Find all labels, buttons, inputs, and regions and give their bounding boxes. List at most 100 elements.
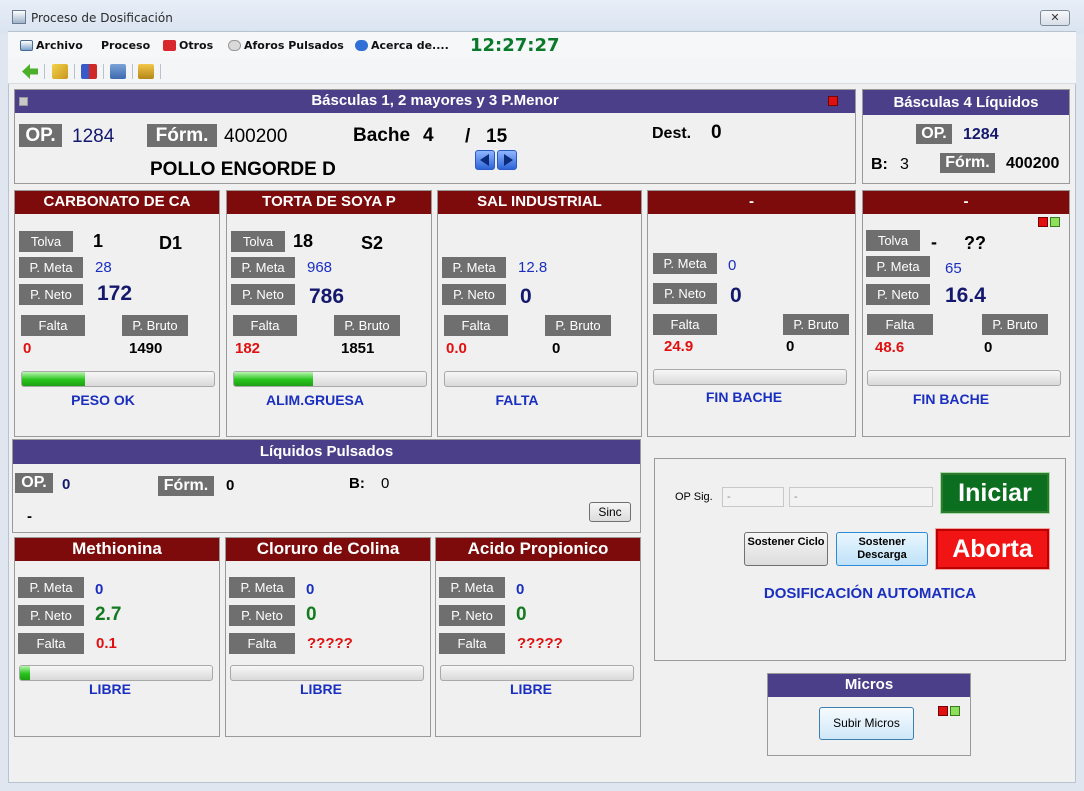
menu-aforos-label: Aforos Pulsados <box>244 39 344 52</box>
p-meta-value: 968 <box>307 259 333 276</box>
bin-status: FIN BACHE <box>912 391 990 407</box>
chevron-left-icon <box>480 154 489 166</box>
app-icon <box>12 10 26 24</box>
falta-value: 48.6 <box>875 339 905 356</box>
window-title: Proceso de Dosificación <box>31 11 173 25</box>
p-neto-label: P. Neto <box>18 605 84 626</box>
pencil-icon[interactable] <box>52 64 68 79</box>
falta-label: Falta <box>233 315 297 336</box>
menu-proceso[interactable]: Proceso <box>101 39 150 52</box>
op-value: 1284 <box>72 126 115 147</box>
liquidos-op-value: 0 <box>62 476 71 493</box>
liquidos-b-value: 0 <box>381 475 390 492</box>
basculas-main-title: Básculas 1, 2 mayores y 3 P.Menor <box>15 90 855 113</box>
p-meta-label: P. Meta <box>229 577 295 598</box>
falta-value: ????? <box>517 635 563 652</box>
p-bruto-label: P. Bruto <box>545 315 611 336</box>
dosificacion-mode: DOSIFICACIÓN AUTOMATICA <box>763 585 977 602</box>
toolbar <box>8 58 1076 84</box>
progress-bar <box>19 665 213 681</box>
close-button[interactable]: ✕ <box>1040 10 1070 26</box>
bin-title: TORTA DE SOYA P <box>227 191 431 214</box>
p-neto-value: 0 <box>306 604 317 625</box>
liq-item-panel-1: Methionina P. Meta 0 P. Neto 2.7 Falta 0… <box>14 537 220 737</box>
network-icon[interactable] <box>110 64 126 79</box>
toolbox-icon <box>163 40 176 51</box>
dest-label: Dest. <box>652 125 692 142</box>
p-meta-value: 0 <box>516 581 525 598</box>
menu-otros[interactable]: Otros <box>163 39 213 52</box>
liquidos-title: Líquidos Pulsados <box>13 440 640 464</box>
p-neto-value: 0 <box>516 604 527 625</box>
p-meta-label: P. Meta <box>866 256 930 277</box>
bin-panel-4: - P. Meta 0 P. Neto 0 Falta P. Bruto 24.… <box>647 190 856 437</box>
iniciar-button[interactable]: Iniciar <box>940 472 1050 514</box>
status-indicator-red <box>828 96 838 106</box>
p-neto-value: 172 <box>97 282 133 305</box>
liq-form-value: 400200 <box>1006 155 1060 172</box>
micros-title: Micros <box>768 674 970 697</box>
menu-aforos[interactable]: Aforos Pulsados <box>228 39 344 52</box>
back-arrow-icon[interactable] <box>22 64 38 79</box>
bin-panel-2: TORTA DE SOYA P Tolva 18 S2 P. Meta 968 … <box>226 190 432 437</box>
menu-acerca[interactable]: Acerca de.... <box>355 39 449 52</box>
p-bruto-value: 1490 <box>129 340 163 357</box>
p-bruto-label: P. Bruto <box>982 314 1048 335</box>
tolva-label: Tolva <box>231 231 285 252</box>
p-meta-label: P. Meta <box>19 257 83 278</box>
p-neto-value: 786 <box>309 285 345 308</box>
next-bache-button[interactable] <box>497 150 517 170</box>
clock: 12:27:27 <box>470 35 560 56</box>
toolbar-separator <box>160 64 161 79</box>
p-bruto-label: P. Bruto <box>334 315 400 336</box>
p-neto-label: P. Neto <box>653 283 717 304</box>
progress-bar <box>233 371 427 387</box>
bin-title: SAL INDUSTRIAL <box>438 191 641 214</box>
progress-bar <box>444 371 638 387</box>
liq-item-status: LIBRE <box>89 681 131 697</box>
bin-status: FALTA <box>495 392 539 408</box>
tolva-value: - <box>931 232 937 252</box>
info-icon <box>355 40 368 51</box>
bin-panel-3: SAL INDUSTRIAL P. Meta 12.8 P. Neto 0 Fa… <box>437 190 642 437</box>
p-bruto-value: 1851 <box>341 340 375 357</box>
prev-bache-button[interactable] <box>475 150 495 170</box>
sostener-descarga-button[interactable]: Sostener Descarga <box>836 532 928 566</box>
p-neto-label: P. Neto <box>19 284 83 305</box>
sinc-button[interactable]: Sinc <box>589 502 631 522</box>
form-label: Fórm. <box>147 124 217 147</box>
status-indicator-red <box>1038 217 1048 227</box>
p-neto-label: P. Neto <box>866 284 930 305</box>
book-icon[interactable] <box>81 64 97 79</box>
bin-status: PESO OK <box>71 392 135 408</box>
liq-item-panel-3: Acido Propionico P. Meta 0 P. Neto 0 Fal… <box>435 537 641 737</box>
bin-title: CARBONATO DE CA <box>15 191 219 214</box>
bache-label: Bache <box>353 125 411 146</box>
liq-form-label: Fórm. <box>940 153 995 173</box>
toolbar-separator <box>103 64 104 79</box>
falta-value: 182 <box>235 340 261 357</box>
aborta-button[interactable]: Aborta <box>935 528 1050 570</box>
archivo-icon <box>20 40 33 51</box>
p-meta-value: 0 <box>306 581 315 598</box>
subir-micros-button[interactable]: Subir Micros <box>819 707 914 740</box>
status-indicator-red <box>938 706 948 716</box>
form-value: 400200 <box>224 126 288 147</box>
falta-value: 0.1 <box>96 635 117 652</box>
progress-bar <box>867 370 1061 386</box>
progress-fill <box>234 372 313 386</box>
p-meta-value: 0 <box>95 581 104 598</box>
falta-value: 24.9 <box>664 338 694 355</box>
liquidos-b-label: B: <box>349 475 365 492</box>
sostener-ciclo-button[interactable]: Sostener Ciclo <box>744 532 828 566</box>
op-sig-field-2[interactable]: - <box>789 487 933 507</box>
p-meta-label: P. Meta <box>439 577 505 598</box>
p-neto-value: 2.7 <box>95 604 122 625</box>
menu-acerca-label: Acerca de.... <box>371 39 449 52</box>
monitor-icon[interactable] <box>138 64 154 79</box>
menu-archivo[interactable]: Archivo <box>20 39 83 52</box>
bache-total: 15 <box>486 126 508 147</box>
p-meta-label: P. Meta <box>231 257 295 278</box>
toolbar-separator <box>74 64 75 79</box>
op-sig-field-1[interactable]: - <box>722 487 784 507</box>
